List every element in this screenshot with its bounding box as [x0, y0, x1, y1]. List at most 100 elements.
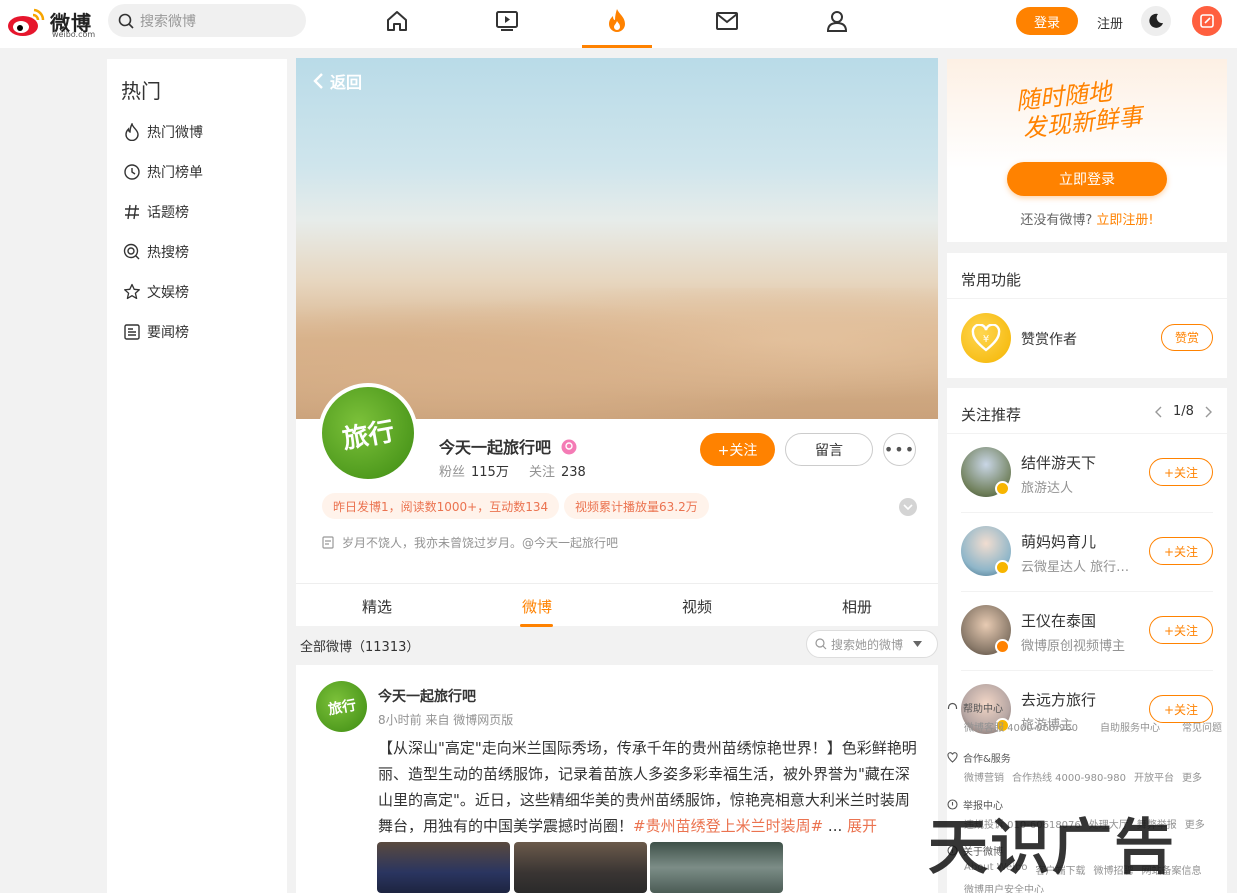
- nav-video-button[interactable]: [492, 6, 522, 36]
- message-button[interactable]: 留言: [785, 433, 873, 466]
- sidebar-item-hot-weibo[interactable]: 热门微博: [123, 121, 203, 143]
- chevron-left-icon: [313, 73, 323, 89]
- profile-cover-image: 返回: [296, 58, 938, 419]
- post-image-3[interactable]: [650, 842, 783, 893]
- sidebar-item-entertainment[interactable]: 文娱榜: [123, 281, 189, 303]
- sidebar-item-label: 热门榜单: [147, 165, 203, 181]
- post-expand-link[interactable]: 展开: [847, 817, 877, 835]
- svg-text:¥: ¥: [983, 334, 989, 345]
- all-weibo-count: 全部微博（11313）: [300, 640, 420, 655]
- avatar-text: 旅行: [340, 416, 397, 455]
- sidebar-item-topics[interactable]: 话题榜: [123, 201, 189, 223]
- recommend-desc: 云微星达人 旅行博主: [1021, 560, 1141, 575]
- nav-message-button[interactable]: [712, 6, 742, 36]
- mail-icon: [716, 12, 738, 30]
- following-count[interactable]: 238: [561, 465, 586, 480]
- nav-hot-button[interactable]: [602, 6, 632, 36]
- caret-down-icon: [913, 641, 923, 647]
- recommend-name[interactable]: 萌妈妈育儿: [1021, 531, 1096, 552]
- recommend-page-indicator: 1/8: [1173, 404, 1194, 419]
- footer-link[interactable]: 开放平台: [1134, 769, 1174, 784]
- register-now-link[interactable]: 立即注册!: [1096, 213, 1153, 228]
- tab-album[interactable]: 相册: [817, 596, 897, 617]
- footer-link[interactable]: 常见问题: [1182, 719, 1222, 734]
- sidebar-item-news[interactable]: 要闻榜: [123, 321, 189, 343]
- recommend-item[interactable]: 结伴游天下 旅游达人 +关注: [947, 434, 1227, 513]
- user-icon: [826, 11, 848, 32]
- star-icon: [124, 283, 140, 300]
- chevron-right-icon[interactable]: [1204, 406, 1212, 418]
- post-text: 【从深山"高定"走向米兰国际秀场，传承千年的贵州苗绣惊艳世界！】色彩鲜艳明丽、造…: [378, 735, 918, 839]
- headset-icon: [947, 702, 958, 709]
- post-avatar[interactable]: 旅行: [316, 681, 367, 732]
- footer-help-title-text: 帮助中心: [963, 704, 1003, 715]
- weibo-eye-icon: [8, 8, 45, 36]
- recommend-follow-button[interactable]: +关注: [1149, 537, 1213, 565]
- footer-coop-title: 合作&服务: [947, 750, 1237, 765]
- profile-bio: 岁月不饶人，我亦未曾饶过岁月。@今天一起旅行吧: [322, 534, 618, 551]
- search-input[interactable]: 搜索微博: [108, 4, 306, 37]
- footer-link[interactable]: 自助服务中心: [1100, 719, 1160, 734]
- chevron-left-icon[interactable]: [1155, 406, 1163, 418]
- footer-coop: 合作&服务 微博营销 合作热线 4000-980-980 开放平台 更多: [947, 750, 1237, 784]
- nav-home-button[interactable]: [382, 6, 412, 36]
- recommend-title: 关注推荐: [961, 406, 1022, 424]
- verified-badge-icon: [561, 439, 577, 455]
- recommend-desc: 微博原创视频博主: [1021, 639, 1126, 654]
- register-link[interactable]: 注册: [1097, 13, 1123, 32]
- dark-mode-toggle[interactable]: [1141, 6, 1171, 36]
- reward-button[interactable]: 赞赏: [1161, 324, 1213, 351]
- avatar[interactable]: 旅行: [318, 383, 418, 483]
- post-meta: 8小时前 来自 微博网页版: [378, 713, 514, 727]
- fans-count[interactable]: 115万: [471, 465, 509, 480]
- footer-link[interactable]: 微博客服 4000-960-960: [964, 719, 1078, 734]
- footer-link[interactable]: 微博营销: [964, 769, 1004, 784]
- recommend-item[interactable]: 王仪在泰国 微博原创视频博主 +关注: [947, 592, 1227, 671]
- tab-weibo[interactable]: 微博: [497, 596, 577, 617]
- post-image-2[interactable]: [514, 842, 647, 893]
- nav-active-indicator: [582, 45, 652, 48]
- recommend-name[interactable]: 王仪在泰国: [1021, 610, 1096, 631]
- recommend-follow-button[interactable]: +关注: [1149, 458, 1213, 486]
- footer-link[interactable]: 更多: [1182, 769, 1202, 784]
- recommend-name[interactable]: 结伴游天下: [1021, 452, 1096, 473]
- reward-heart-icon: ¥: [961, 313, 1011, 363]
- tab-featured[interactable]: 精选: [337, 596, 417, 617]
- search-her-placeholder: 搜索她的微博: [831, 637, 904, 652]
- recommend-follow-button[interactable]: +关注: [1149, 616, 1213, 644]
- sidebar-item-label: 话题榜: [147, 205, 189, 221]
- sidebar-item-hot-search[interactable]: 热搜榜: [123, 241, 189, 263]
- heart-yuan-icon: ¥: [971, 324, 1001, 352]
- following-label: 关注: [528, 465, 555, 480]
- nav-profile-button[interactable]: [822, 6, 852, 36]
- sidebar-item-hot-list[interactable]: 热门榜单: [123, 161, 203, 183]
- stats-tag-video[interactable]: 视频累计播放量63.2万: [564, 493, 709, 519]
- tab-active-indicator: [520, 624, 553, 627]
- no-account-text: 还没有微博?: [1020, 213, 1093, 228]
- moon-icon: [1149, 13, 1163, 28]
- tab-video[interactable]: 视频: [657, 596, 737, 617]
- no-account-row: 还没有微博? 立即注册!: [947, 209, 1227, 228]
- verified-badge-icon: [995, 639, 1010, 654]
- search-her-weibo-input[interactable]: 搜索她的微博: [806, 630, 938, 658]
- stats-tag-posts[interactable]: 昨日发博1，阅读数1000+，互动数134: [322, 493, 560, 519]
- login-now-button[interactable]: 立即登录: [1007, 162, 1167, 196]
- hashtag-icon: [125, 204, 139, 220]
- follow-button[interactable]: +关注: [700, 433, 775, 466]
- more-options-button[interactable]: •••: [883, 433, 916, 466]
- home-icon: [387, 11, 407, 31]
- footer-link[interactable]: 合作热线 4000-980-980: [1012, 769, 1126, 784]
- recommend-item[interactable]: 萌妈妈育儿 云微星达人 旅行博主 +关注: [947, 513, 1227, 592]
- expand-info-button[interactable]: [899, 498, 917, 516]
- post-topic-link[interactable]: #贵州苗绣登上米兰时装周#: [633, 817, 823, 835]
- post-avatar-text: 旅行: [326, 697, 357, 718]
- flame-icon: [125, 123, 139, 141]
- compose-button[interactable]: [1192, 6, 1222, 36]
- footer-link[interactable]: 更多: [1185, 816, 1205, 831]
- login-button[interactable]: 登录: [1016, 7, 1078, 35]
- back-button[interactable]: 返回: [312, 69, 362, 93]
- weibo-logo[interactable]: 微博 weibo.com: [6, 4, 95, 40]
- post-image-1[interactable]: [377, 842, 510, 893]
- sidebar-item-label: 要闻榜: [147, 325, 189, 341]
- post-author[interactable]: 今天一起旅行吧: [378, 686, 476, 706]
